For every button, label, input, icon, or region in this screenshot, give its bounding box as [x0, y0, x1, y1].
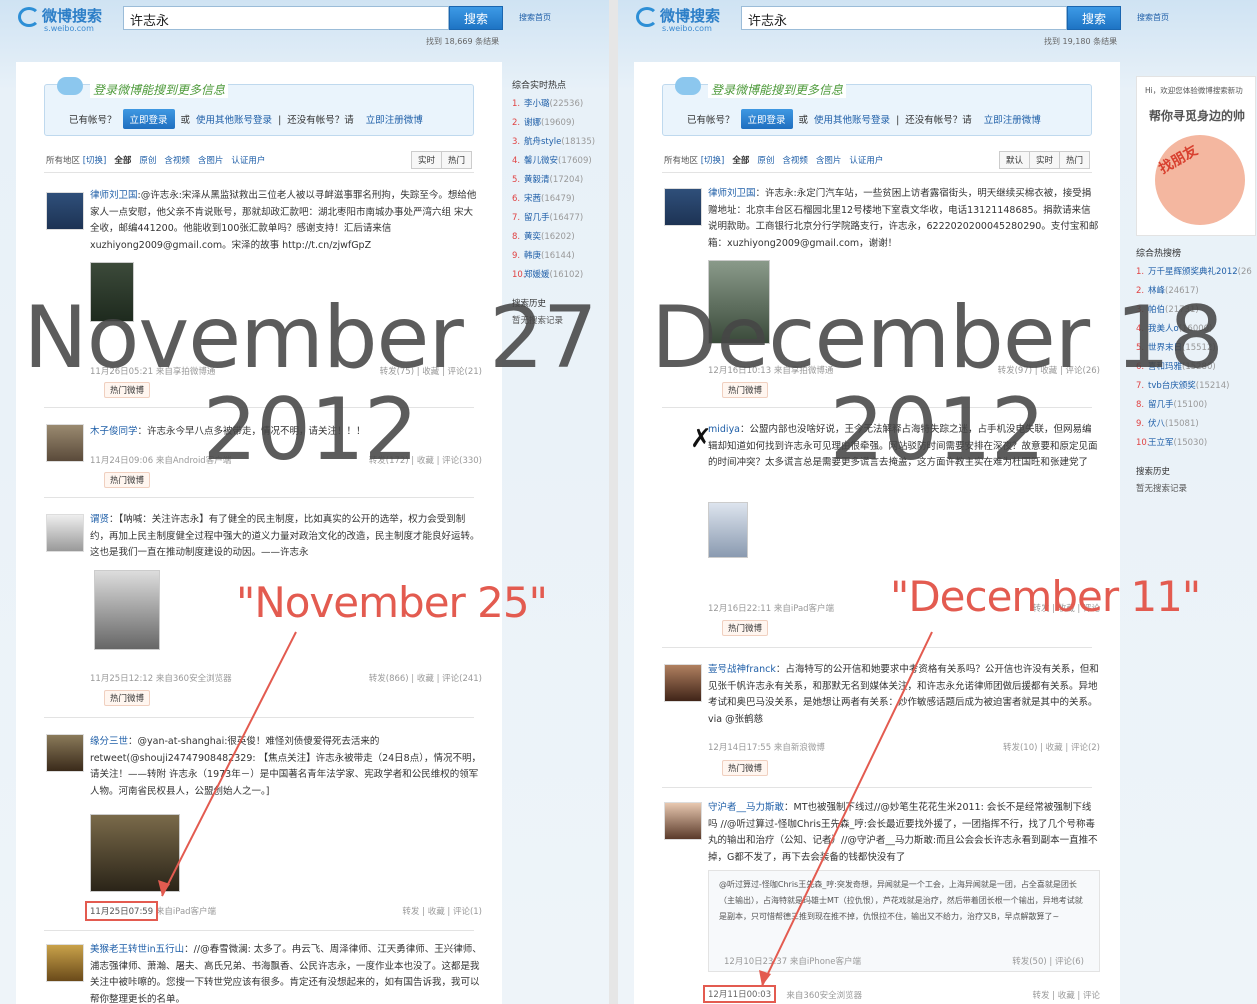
- right-date-overlay: December 18 2012: [651, 288, 1224, 480]
- right-callout: "December 11": [890, 572, 1201, 621]
- annotation-arrows: [158, 631, 933, 987]
- right-date-highlight: 12月11日00:03: [703, 985, 777, 1003]
- left-arrow-line: [161, 631, 297, 897]
- left-date-highlight: 11月25日07:59: [85, 901, 159, 921]
- right-arrow-line: [761, 631, 933, 987]
- left-callout: "November 25": [236, 578, 548, 627]
- left-date-overlay: November 27 2012: [23, 288, 597, 480]
